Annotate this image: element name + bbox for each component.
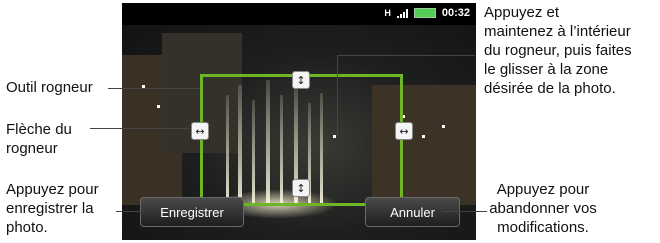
network-type-icon: H [384, 8, 391, 18]
leader-line [90, 128, 190, 129]
crop-arrow-label: Flèche du rogneur [6, 120, 72, 158]
save-hint-label: Appuyez pour enregistrer la photo. [6, 180, 99, 237]
cancel-button[interactable]: Annuler [365, 197, 460, 227]
status-time: 00:32 [441, 7, 470, 19]
phone-screen: H 00:32 ↕ ↕ ↔ ↔ Enregistrer Annuler [122, 3, 476, 240]
left-right-arrow-icon: ↔ [195, 124, 205, 138]
label-line: maintenez à l’intérieur [484, 23, 631, 40]
light [157, 105, 160, 108]
label-line: abandonner vos [489, 200, 597, 217]
drag-hint-label: Appuyez et maintenez à l’intérieur du ro… [484, 3, 632, 98]
crop-tool-label: Outil rogneur [6, 78, 93, 97]
status-bar: H 00:32 [122, 3, 476, 25]
label-line: Appuyez pour [496, 181, 590, 198]
light [442, 125, 445, 128]
label-line: enregistrer la [6, 200, 94, 217]
crop-handle-bottom[interactable]: ↕ [292, 179, 310, 197]
left-right-arrow-icon: ↔ [399, 124, 409, 138]
leader-line [442, 211, 487, 212]
up-down-arrow-icon: ↕ [296, 181, 306, 195]
leader-line [337, 55, 475, 56]
label-line: rogneur [6, 140, 58, 157]
crop-handle-top[interactable]: ↕ [292, 71, 310, 89]
label-line: modifications. [497, 219, 589, 236]
label-line: le glisser à la zone [484, 61, 609, 78]
battery-icon [413, 8, 436, 18]
label-line: Outil rogneur [6, 79, 93, 96]
leader-line [116, 211, 144, 212]
crop-handle-left[interactable]: ↔ [191, 122, 209, 140]
crop-handle-right[interactable]: ↔ [395, 122, 413, 140]
leader-line [108, 88, 200, 89]
label-line: Appuyez pour [6, 181, 99, 198]
leader-line [337, 55, 338, 136]
save-button[interactable]: Enregistrer [140, 197, 244, 227]
cancel-hint-label: Appuyez pour abandonner vos modification… [484, 180, 602, 237]
label-line: photo. [6, 219, 48, 236]
signal-icon [396, 8, 408, 18]
up-down-arrow-icon: ↕ [296, 73, 306, 87]
crop-center-dot [333, 135, 336, 138]
light [422, 135, 425, 138]
label-line: désirée de la photo. [484, 80, 616, 97]
label-line: Flèche du [6, 121, 72, 138]
label-line: du rogneur, puis faites [484, 42, 632, 59]
label-line: Appuyez et [484, 4, 560, 21]
